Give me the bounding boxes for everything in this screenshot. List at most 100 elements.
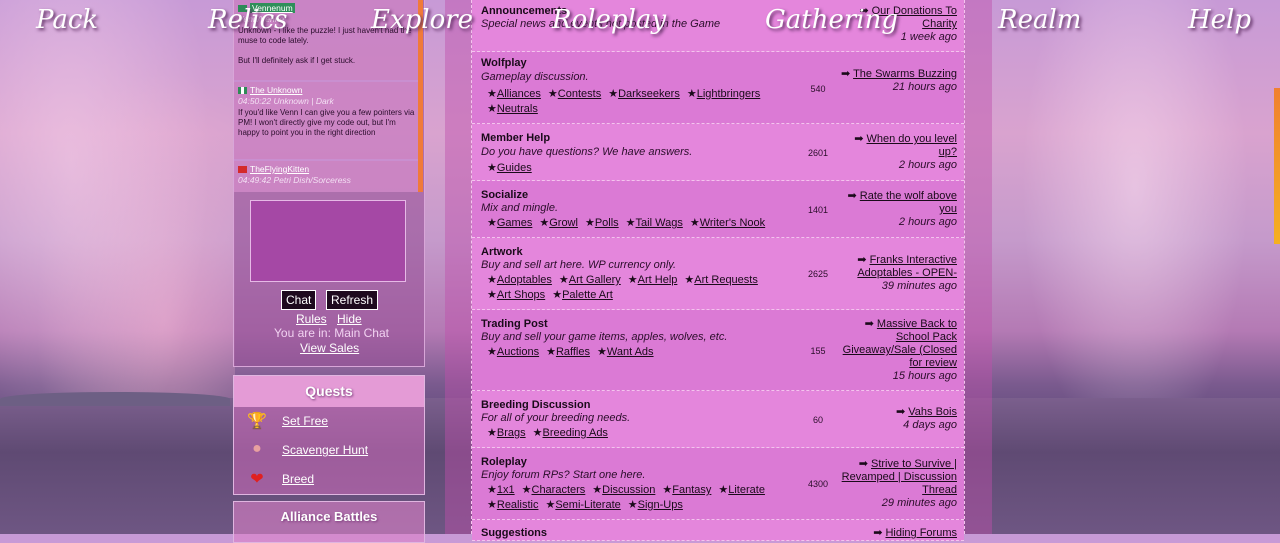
subforum-link[interactable]: ★Games xyxy=(487,216,532,231)
subforum-link[interactable]: ★Tail Wags xyxy=(626,216,683,231)
subforum-link[interactable]: ★Want Ads xyxy=(597,345,654,360)
nav-help[interactable]: Help xyxy=(1188,5,1251,35)
quest-item[interactable]: ❤ Breed xyxy=(234,465,424,493)
subforum-link[interactable]: ★Sign-Ups xyxy=(628,498,683,513)
subforum-link[interactable]: ★Adoptables xyxy=(487,273,552,288)
forum-title[interactable]: Suggestions xyxy=(481,527,547,539)
last-post-time: 29 minutes ago xyxy=(881,497,957,509)
subforum-link[interactable]: ★Raffles xyxy=(546,345,590,360)
subforum-link[interactable]: ★Characters xyxy=(522,483,586,498)
forum-title[interactable]: Wolfplay xyxy=(481,57,527,69)
quest-item[interactable]: 🏆 Set Free xyxy=(234,407,424,435)
subforum-link[interactable]: ★Darkseekers xyxy=(608,87,680,102)
brain-icon: ● xyxy=(252,440,262,457)
post-count: 4300 xyxy=(807,479,829,489)
chat-panel: Vennenum Venn/Venne Unknown - I like the… xyxy=(233,0,425,367)
forum-title[interactable]: Member Help xyxy=(481,132,550,144)
subforum-link[interactable]: ★Literate xyxy=(718,483,765,498)
post-count: 540 xyxy=(810,84,826,94)
post-count: 2601 xyxy=(807,148,829,158)
last-post-title[interactable]: Vahs Bois xyxy=(908,406,957,418)
last-post-title[interactable]: Rate the wolf above you xyxy=(860,190,957,215)
nav-gathering[interactable]: Gathering xyxy=(765,5,898,35)
quest-item[interactable]: ● Scavenger Hunt xyxy=(234,436,424,464)
forum-title[interactable]: Trading Post xyxy=(481,318,548,330)
trophy-icon: 🏆 xyxy=(247,413,267,430)
subforum-link[interactable]: ★Art Help xyxy=(628,273,678,288)
subforum-link[interactable]: ★Fantasy xyxy=(662,483,711,498)
forum-row[interactable]: Wolfplay Gameplay discussion. ★Alliances… xyxy=(472,52,964,124)
forum-title[interactable]: Breeding Discussion xyxy=(481,399,590,411)
forum-row[interactable]: Breeding Discussion For all of your bree… xyxy=(472,391,964,448)
last-post-title[interactable]: Massive Back to School Pack Giveaway/Sal… xyxy=(843,318,957,369)
nav-explore[interactable]: Explore xyxy=(371,5,473,35)
subforum-link[interactable]: ★Writer's Nook xyxy=(690,216,765,231)
last-post[interactable]: ➡ Massive Back to School Pack Giveaway/S… xyxy=(839,318,957,383)
subforum-link[interactable]: ★Art Shops xyxy=(487,288,545,303)
forum-row[interactable]: Artwork Buy and sell art here. WP curren… xyxy=(472,238,964,310)
chat-username[interactable]: TheFlyingKitten xyxy=(250,164,309,174)
subforum-link[interactable]: ★Growl xyxy=(539,216,578,231)
forum-title[interactable]: Roleplay xyxy=(481,456,527,468)
subforums: ★Adoptables ★Art Gallery ★Art Help ★Art Req… xyxy=(487,273,817,303)
quest-label[interactable]: Breed xyxy=(282,472,314,486)
refresh-button[interactable]: Refresh xyxy=(326,290,379,310)
forum-title[interactable]: Socialize xyxy=(481,189,528,201)
subforum-link[interactable]: ★Neutrals xyxy=(487,102,538,117)
nav-relics[interactable]: Relics xyxy=(208,5,288,35)
arrow-icon: ➡ xyxy=(840,68,854,80)
forum-row[interactable]: Suggestions ➡ Hiding Forums xyxy=(472,520,964,541)
forum-row[interactable]: Trading Post Buy and sell your game item… xyxy=(472,310,964,391)
last-post-title[interactable]: Hiding Forums xyxy=(885,527,957,539)
alliance-battles-panel: Alliance Battles xyxy=(233,501,425,543)
forum-desc: For all of your breeding needs. xyxy=(481,412,631,424)
chat-button[interactable]: Chat xyxy=(281,290,317,310)
quest-label[interactable]: Set Free xyxy=(282,414,328,428)
hide-link[interactable]: Hide xyxy=(337,312,362,326)
subforum-link[interactable]: ★Art Gallery xyxy=(559,273,621,288)
subforum-link[interactable]: ★1x1 xyxy=(487,483,515,498)
subforum-link[interactable]: ★Realistic xyxy=(487,498,538,513)
forum-row[interactable]: Socialize Mix and mingle. ★Games ★Growl ★P… xyxy=(472,181,964,238)
subforum-link[interactable]: ★Palette Art xyxy=(552,288,613,303)
subforum-link[interactable]: ★Discussion xyxy=(592,483,655,498)
last-post[interactable]: ➡ Strive to Survive | Revamped | Discuss… xyxy=(839,458,957,510)
last-post-title[interactable]: Franks Interactive Adoptables - OPEN- xyxy=(857,254,957,279)
view-sales-link[interactable]: View Sales xyxy=(300,341,359,355)
rules-link[interactable]: Rules xyxy=(296,312,327,326)
subforum-link[interactable]: ★Contests xyxy=(548,87,601,102)
subforum-link[interactable]: ★Auctions xyxy=(487,345,539,360)
last-post[interactable]: ➡ Rate the wolf above you 2 hours ago xyxy=(839,190,957,229)
nav-roleplay[interactable]: Roleplay xyxy=(552,5,666,35)
forum-title[interactable]: Artwork xyxy=(481,246,523,258)
subforum-link[interactable]: ★Breeding Ads xyxy=(533,426,608,441)
quest-label[interactable]: Scavenger Hunt xyxy=(282,443,368,457)
arrow-icon: ➡ xyxy=(857,254,870,266)
nav-pack[interactable]: Pack xyxy=(36,5,98,35)
subforum-link[interactable]: ★Semi-Literate xyxy=(545,498,620,513)
forum-row[interactable]: Roleplay Enjoy forum RPs? Start one here… xyxy=(472,448,964,520)
subforum-link[interactable]: ★Polls xyxy=(585,216,619,231)
forum-desc: Enjoy forum RPs? Start one here. xyxy=(481,469,646,481)
arrow-icon: ➡ xyxy=(854,133,867,145)
forum-desc: Mix and mingle. xyxy=(481,202,559,214)
last-post[interactable]: ➡ When do you level up? 2 hours ago xyxy=(839,133,957,172)
last-post[interactable]: ➡ Vahs Bois 4 days ago xyxy=(839,406,957,432)
subforum-link[interactable]: ★Guides xyxy=(487,161,532,176)
chat-input[interactable] xyxy=(250,200,406,282)
subforum-link[interactable]: ★Brags xyxy=(487,426,526,441)
chat-username[interactable]: The Unknown xyxy=(250,85,302,95)
page-scrollbar[interactable] xyxy=(1274,88,1280,244)
subforum-link[interactable]: ★Alliances xyxy=(487,87,541,102)
nav-realm[interactable]: Realm xyxy=(998,5,1081,35)
subforum-link[interactable]: ★Lightbringers xyxy=(687,87,760,102)
last-post[interactable]: ➡ Franks Interactive Adoptables - OPEN- 3… xyxy=(839,254,957,293)
last-post-title[interactable]: When do you level up? xyxy=(867,133,958,158)
last-post[interactable]: ➡ The Swarms Buzzing 21 hours ago xyxy=(839,68,957,94)
forum-desc: Gameplay discussion. xyxy=(481,71,589,83)
subforum-link[interactable]: ★Art Requests xyxy=(684,273,757,288)
last-post-title[interactable]: The Swarms Buzzing xyxy=(853,68,957,80)
chat-message: TheFlyingKitten 04:49:42 Petri Dish/Sorc… xyxy=(234,161,420,192)
forum-row[interactable]: Member Help Do you have questions? We ha… xyxy=(472,124,964,181)
quests-panel: Quests 🏆 Set Free ● Scavenger Hunt ❤ Bre… xyxy=(233,375,425,495)
